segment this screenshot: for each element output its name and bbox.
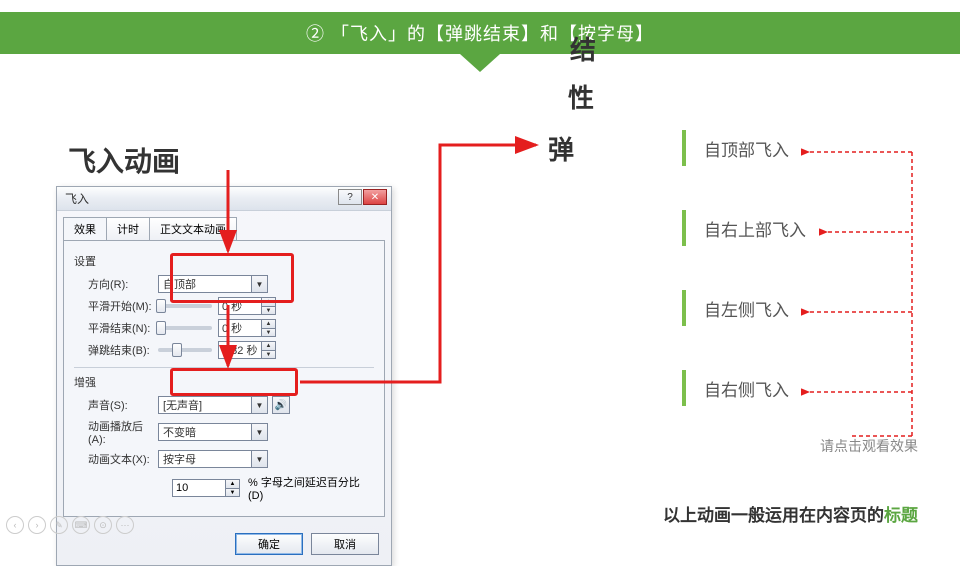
- caption: 以上动画一般运用在内容页的标题: [663, 501, 918, 526]
- bounce-end-label: 弹跳结束(B):: [74, 342, 158, 358]
- delay-spinner[interactable]: ▲▼: [226, 479, 240, 497]
- flyin-dialog: 飞入 ? ✕ 效果 计时 正文文本动画 设置 方向(R): 自顶部 ▼ 平滑开始…: [56, 186, 392, 566]
- chevron-down-icon[interactable]: ▼: [252, 275, 268, 293]
- greenbar-icon: [682, 370, 686, 406]
- caption-b: 标题: [884, 506, 918, 525]
- note-text: 请点击观看效果: [820, 436, 918, 456]
- help-button[interactable]: ?: [338, 189, 362, 205]
- effect-label: 自顶部飞入: [704, 136, 789, 161]
- row-bounce-end: 弹跳结束(B): 0.32 秒 ▲▼: [74, 341, 374, 359]
- direction-label: 方向(R):: [74, 276, 158, 292]
- row-after: 动画播放后(A): 不变暗 ▼: [74, 418, 374, 446]
- smooth-start-spinner[interactable]: ▲▼: [262, 297, 276, 315]
- ok-button[interactable]: 确定: [235, 533, 303, 555]
- effect-label: 自右上部飞入: [704, 216, 806, 241]
- delay-label: % 字母之间延迟百分比(D): [248, 474, 374, 502]
- smooth-end-spinner[interactable]: ▲▼: [262, 319, 276, 337]
- section-title: 飞入动画: [68, 140, 180, 180]
- direction-combo[interactable]: 自顶部: [158, 275, 252, 293]
- effect-item-topright[interactable]: 自右上部飞入: [682, 210, 922, 246]
- cancel-button[interactable]: 取消: [311, 533, 379, 555]
- text-anim-label: 动画文本(X):: [74, 451, 158, 467]
- greenbar-icon: [682, 210, 686, 246]
- bounce-char-1: 弹: [548, 130, 574, 167]
- chevron-down-icon[interactable]: ▼: [252, 423, 268, 441]
- after-combo[interactable]: 不变暗: [158, 423, 252, 441]
- nav-next-icon[interactable]: ›: [28, 516, 46, 534]
- group-settings-label: 设置: [74, 253, 374, 269]
- smooth-end-value[interactable]: 0 秒: [218, 319, 262, 337]
- header-bar: ② 「飞入」的【弹跳结束】和【按字母】: [0, 12, 960, 54]
- nav-pen-icon[interactable]: ✎: [50, 516, 68, 534]
- bounce-end-slider[interactable]: [158, 348, 212, 352]
- row-sound: 声音(S): [无声音] ▼ 🔊: [74, 396, 374, 414]
- nav-zoom-icon[interactable]: ⊙: [94, 516, 112, 534]
- nav-more-icon[interactable]: ⋯: [116, 516, 134, 534]
- row-direction: 方向(R): 自顶部 ▼: [74, 275, 374, 293]
- effect-item-top[interactable]: 自顶部飞入: [682, 130, 922, 166]
- dialog-titlebar: 飞入 ? ✕: [57, 187, 391, 211]
- row-smooth-end: 平滑结束(N): 0 秒 ▲▼: [74, 319, 374, 337]
- nav-keyboard-icon[interactable]: ⌨: [72, 516, 90, 534]
- header-arrow-icon: [460, 54, 500, 72]
- caption-a: 以上动画一般运用在内容页的: [663, 506, 884, 525]
- greenbar-icon: [682, 130, 686, 166]
- bounce-char-3: 结: [570, 30, 596, 67]
- smooth-end-label: 平滑结束(N):: [74, 320, 158, 336]
- effect-label: 自左侧飞入: [704, 296, 789, 321]
- chevron-down-icon[interactable]: ▼: [252, 396, 268, 414]
- smooth-start-value[interactable]: 0 秒: [218, 297, 262, 315]
- smooth-start-slider[interactable]: [158, 304, 212, 308]
- header-text: ② 「飞入」的【弹跳结束】和【按字母】: [306, 20, 654, 46]
- text-anim-combo[interactable]: 按字母: [158, 450, 252, 468]
- chevron-down-icon[interactable]: ▼: [252, 450, 268, 468]
- row-text-anim: 动画文本(X): 按字母 ▼: [74, 450, 374, 468]
- group-enhance-label: 增强: [74, 374, 374, 390]
- greenbar-icon: [682, 290, 686, 326]
- bounce-end-spinner[interactable]: ▲▼: [262, 341, 276, 359]
- nav-prev-icon[interactable]: ‹: [6, 516, 24, 534]
- nav-icons: ‹ › ✎ ⌨ ⊙ ⋯: [6, 516, 134, 534]
- row-smooth-start: 平滑开始(M): 0 秒 ▲▼: [74, 297, 374, 315]
- delay-value[interactable]: 10: [172, 479, 226, 497]
- dialog-tabs: 效果 计时 正文文本动画: [63, 217, 385, 240]
- effect-label: 自右侧飞入: [704, 376, 789, 401]
- smooth-start-label: 平滑开始(M):: [74, 298, 158, 314]
- bounce-char-2: 性: [568, 78, 594, 115]
- tab-body: 设置 方向(R): 自顶部 ▼ 平滑开始(M): 0 秒 ▲▼ 平滑结束(N):: [63, 240, 385, 517]
- dialog-title: 飞入: [65, 190, 89, 207]
- effect-list: 自顶部飞入 自右上部飞入 自左侧飞入 自右侧飞入: [682, 130, 922, 450]
- after-label: 动画播放后(A):: [74, 418, 158, 446]
- smooth-end-slider[interactable]: [158, 326, 212, 330]
- sound-label: 声音(S):: [74, 397, 158, 413]
- tab-timing[interactable]: 计时: [106, 217, 150, 240]
- sound-combo[interactable]: [无声音]: [158, 396, 252, 414]
- row-delay: 10 ▲▼ % 字母之间延迟百分比(D): [172, 474, 374, 502]
- bounce-end-value[interactable]: 0.32 秒: [218, 341, 262, 359]
- close-button[interactable]: ✕: [363, 189, 387, 205]
- effect-item-right[interactable]: 自右侧飞入: [682, 370, 922, 406]
- speaker-icon[interactable]: 🔊: [272, 396, 290, 414]
- effect-item-left[interactable]: 自左侧飞入: [682, 290, 922, 326]
- tab-effect[interactable]: 效果: [63, 217, 107, 240]
- tab-text-anim[interactable]: 正文文本动画: [149, 217, 237, 240]
